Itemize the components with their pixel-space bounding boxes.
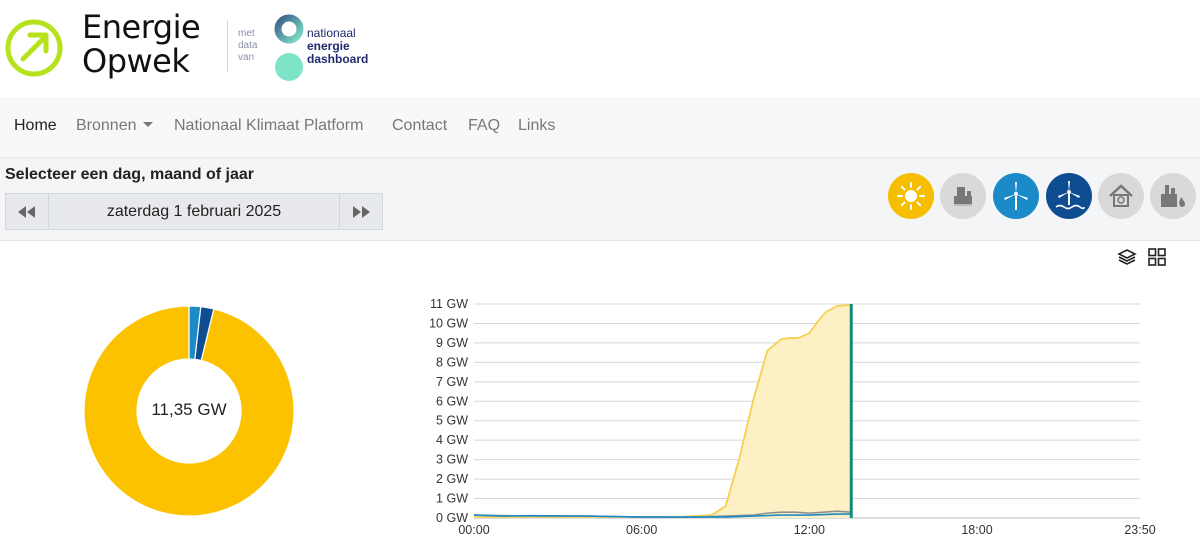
y-tick-label: 3 GW — [436, 453, 468, 467]
y-tick-label: 11 GW — [430, 297, 468, 311]
nav-contact[interactable]: Contact — [392, 117, 447, 135]
y-tick-label: 5 GW — [436, 414, 468, 428]
y-tick-label: 7 GW — [436, 375, 468, 389]
sun-icon — [897, 182, 925, 210]
partner-name-line: dashboard — [307, 52, 369, 66]
series-area — [474, 304, 852, 518]
generation-chart: 0 GW1 GW2 GW3 GW4 GW5 GW6 GW7 GW8 GW9 GW… — [429, 297, 1156, 537]
source-wind-sea-button[interactable] — [1046, 173, 1092, 219]
site-logo-text[interactable]: Energie Opwek — [82, 8, 201, 80]
partner-prefix-line: met — [238, 28, 255, 39]
x-tick-label: 06:00 — [626, 523, 657, 537]
caret-down-icon — [142, 122, 153, 127]
partner-prefix: met data van — [238, 28, 257, 64]
selector-title: Selecteer een dag, maand of jaar — [5, 166, 254, 183]
logo-separator — [227, 20, 228, 72]
nav-bronnen[interactable]: Bronnen — [76, 117, 153, 135]
y-tick-label: 6 GW — [436, 394, 468, 408]
y-tick-label: 9 GW — [436, 336, 468, 350]
wind-turbine-icon — [1004, 182, 1028, 210]
selected-date[interactable]: zaterdag 1 februari 2025 — [49, 194, 339, 229]
source-factory-button[interactable] — [940, 173, 986, 219]
x-tick-label: 00:00 — [458, 523, 489, 537]
logo-line2: Opwek — [82, 42, 190, 80]
industry-icon — [1161, 185, 1185, 207]
source-industry-button[interactable] — [1150, 173, 1196, 219]
y-tick-label: 8 GW — [436, 355, 468, 369]
navbar: Home Bronnen Nationaal Klimaat Platform … — [0, 97, 1200, 158]
nav-faq[interactable]: FAQ — [468, 117, 500, 135]
source-sun-button[interactable] — [888, 173, 934, 219]
offshore-wind-icon — [1055, 181, 1085, 210]
grid-icon[interactable] — [1147, 247, 1167, 267]
logo-line1: Energie — [82, 8, 201, 46]
total-output-label: 11,35 GW — [151, 400, 227, 419]
y-tick-label: 2 GW — [436, 472, 468, 486]
x-tick-label: 12:00 — [794, 523, 825, 537]
arrow-logo-icon[interactable] — [4, 18, 64, 78]
ned-logo-icon[interactable] — [272, 12, 306, 84]
y-tick-label: 10 GW — [429, 316, 468, 330]
nav-home[interactable]: Home — [14, 117, 57, 135]
source-house-button[interactable] — [1098, 173, 1144, 219]
double-arrow-left-icon — [18, 205, 35, 218]
double-arrow-right-icon — [353, 205, 370, 218]
next-day-button[interactable] — [339, 194, 382, 229]
layers-icon[interactable] — [1117, 247, 1137, 267]
nav-bronnen-label: Bronnen — [76, 117, 137, 134]
date-picker: zaterdag 1 februari 2025 — [5, 193, 383, 230]
header: Energie Opwek met data van nationaal ene… — [0, 0, 1200, 97]
x-tick-label: 18:00 — [961, 523, 992, 537]
partner-name: nationaal energie dashboard — [307, 27, 368, 66]
x-tick-label: 23:50 — [1124, 523, 1155, 537]
date-selector-bar: Selecteer een dag, maand of jaar zaterda… — [0, 158, 1200, 241]
nav-links[interactable]: Links — [518, 117, 555, 135]
partner-prefix-line: van — [238, 52, 255, 63]
partner-prefix-line: data — [238, 40, 258, 51]
y-tick-label: 1 GW — [436, 492, 468, 506]
y-tick-label: 4 GW — [436, 433, 468, 447]
house-icon — [1109, 184, 1133, 207]
nav-klimaat-platform[interactable]: Nationaal Klimaat Platform — [174, 117, 363, 135]
prev-day-button[interactable] — [6, 194, 49, 229]
factory-icon — [954, 187, 972, 206]
source-wind-land-button[interactable] — [993, 173, 1039, 219]
